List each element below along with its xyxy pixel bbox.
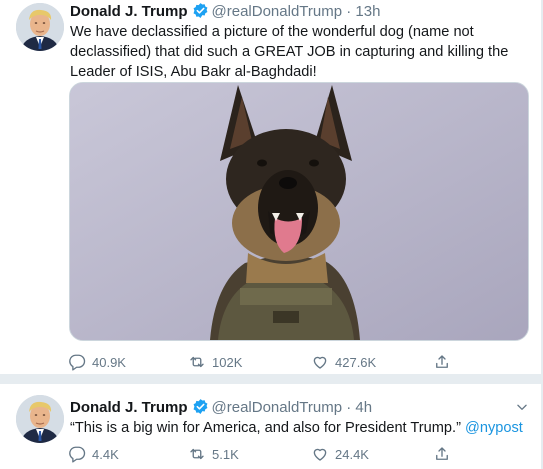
separator-dot: · [346,399,352,416]
like-count: 24.4K [335,446,369,462]
reply-icon [68,353,86,371]
reply-button[interactable]: 40.9K [68,352,188,372]
reply-count: 4.4K [92,446,119,462]
tweet[interactable]: Donald J. Trump @realDonaldTrump · 4h “Th… [0,384,541,469]
tweet-text: “This is a big win for America, and also… [70,420,461,436]
like-button[interactable]: 24.4K [311,444,433,464]
author-handle[interactable]: @realDonaldTrump [212,399,343,416]
timestamp[interactable]: 4h [355,399,372,416]
tweet-text: We have declassified a picture of the wo… [70,24,509,80]
heart-icon [311,445,329,463]
share-button[interactable] [433,352,451,372]
share-icon [433,445,451,463]
avatar[interactable] [16,3,64,51]
action-bar: 4.4K 5.1K 24.4K [68,444,451,464]
reply-button[interactable]: 4.4K [68,444,188,464]
dog-photo[interactable] [69,82,529,341]
share-button[interactable] [433,444,451,464]
timestamp[interactable]: 13h [355,3,380,20]
reply-count: 40.9K [92,354,126,370]
action-bar: 40.9K 102K 427.6K [68,352,451,372]
share-icon [433,353,451,371]
author-name[interactable]: Donald J. Trump [70,3,188,20]
like-count: 427.6K [335,354,377,370]
avatar[interactable] [16,395,64,443]
tweet-text-container: “This is a big win for America, and also… [70,418,528,438]
author-name[interactable]: Donald J. Trump [70,399,188,416]
retweet-icon [188,445,206,463]
separator-dot: · [346,3,352,20]
retweet-count: 5.1K [212,446,239,462]
retweet-button[interactable]: 5.1K [188,444,311,464]
tweet[interactable]: Donald J. Trump @realDonaldTrump · 13h We… [0,0,541,375]
retweet-button[interactable]: 102K [188,352,311,372]
chevron-down-icon[interactable] [515,400,529,417]
retweet-icon [188,353,206,371]
heart-icon [311,353,329,371]
like-button[interactable]: 427.6K [311,352,433,372]
reply-icon [68,445,86,463]
mention-link[interactable]: @nypost [465,420,523,436]
author-handle[interactable]: @realDonaldTrump [212,3,343,20]
retweet-count: 102K [212,354,243,370]
